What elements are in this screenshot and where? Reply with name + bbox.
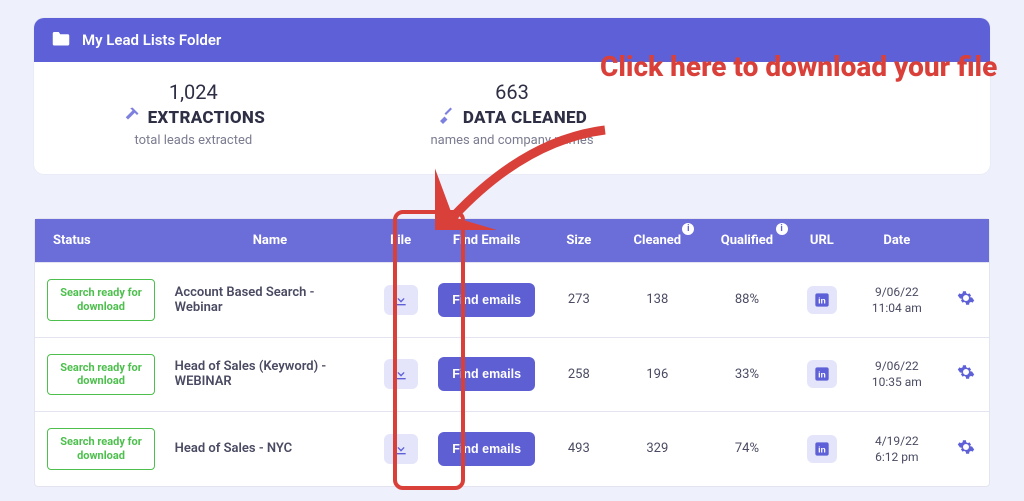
settings-button[interactable] (957, 289, 975, 307)
status-badge: Search ready for download (47, 354, 155, 396)
stat-label: EXTRACTIONS (148, 108, 265, 128)
col-url: URL (794, 219, 851, 263)
qualified-value: 74% (700, 412, 793, 486)
broom-icon (437, 106, 455, 129)
svg-text:in: in (818, 444, 826, 454)
download-file-button[interactable] (384, 285, 418, 315)
cleaned-value: 196 (614, 337, 700, 412)
pickaxe-icon (122, 106, 140, 129)
info-icon[interactable]: i (682, 223, 694, 235)
size-value: 258 (543, 337, 614, 412)
stat-cleaned: 663 DATA CLEANED names and company names (353, 80, 672, 148)
table-row: Search ready for download Head of Sales … (35, 337, 989, 412)
col-qualified: Qualifiedi (700, 219, 793, 263)
leads-table: Status Name File Find Emails Size Cleane… (34, 218, 990, 487)
lead-name: Head of Sales (Keyword) - WEBINAR (169, 337, 372, 412)
find-emails-button[interactable]: Find emails (438, 357, 535, 391)
stat-extractions: 1,024 EXTRACTIONS total leads extracted (34, 80, 353, 148)
info-icon[interactable]: i (776, 223, 788, 235)
svg-text:in: in (818, 295, 826, 305)
qualified-value: 88% (700, 263, 793, 338)
cleaned-value: 329 (614, 412, 700, 486)
linkedin-button[interactable]: in (807, 435, 837, 463)
date-value: 4/19/226:12 pm (850, 412, 943, 486)
stat-value: 1,024 (34, 80, 353, 104)
find-emails-button[interactable]: Find emails (438, 432, 535, 466)
folder-title: My Lead Lists Folder (82, 31, 221, 49)
size-value: 273 (543, 263, 614, 338)
download-file-button[interactable] (384, 434, 418, 464)
stat-value: 663 (353, 80, 672, 104)
stat-label: DATA CLEANED (463, 108, 587, 128)
folder-panel: My Lead Lists Folder 1,024 EXTRACTIONS t… (34, 18, 990, 174)
col-name: Name (169, 219, 372, 263)
col-actions (943, 219, 989, 263)
linkedin-button[interactable]: in (807, 286, 837, 314)
stat-desc: names and company names (353, 133, 672, 148)
col-status: Status (35, 219, 169, 263)
svg-text:in: in (818, 370, 826, 380)
table-row: Search ready for download Head of Sales … (35, 412, 989, 486)
status-badge: Search ready for download (47, 279, 155, 321)
lead-name: Head of Sales - NYC (169, 412, 372, 486)
lead-name: Account Based Search - Webinar (169, 263, 372, 338)
stat-placeholder (671, 80, 990, 148)
col-size: Size (543, 219, 614, 263)
settings-button[interactable] (957, 438, 975, 456)
qualified-value: 33% (700, 337, 793, 412)
col-date: Date (850, 219, 943, 263)
size-value: 493 (543, 412, 614, 486)
stat-desc: total leads extracted (34, 133, 353, 148)
folder-icon (52, 30, 70, 50)
table-header-row: Status Name File Find Emails Size Cleane… (35, 219, 989, 263)
col-find: Find Emails (430, 219, 543, 263)
download-file-button[interactable] (384, 359, 418, 389)
linkedin-button[interactable]: in (807, 360, 837, 388)
settings-button[interactable] (957, 363, 975, 381)
date-value: 9/06/2210:35 am (850, 337, 943, 412)
status-badge: Search ready for download (47, 428, 155, 470)
cleaned-value: 138 (614, 263, 700, 338)
date-value: 9/06/2211:04 am (850, 263, 943, 338)
table-row: Search ready for download Account Based … (35, 263, 989, 338)
annotation-callout: Click here to download your file (600, 50, 997, 84)
col-file: File (371, 219, 430, 263)
col-cleaned: Cleanedi (614, 219, 700, 263)
find-emails-button[interactable]: Find emails (438, 283, 535, 317)
